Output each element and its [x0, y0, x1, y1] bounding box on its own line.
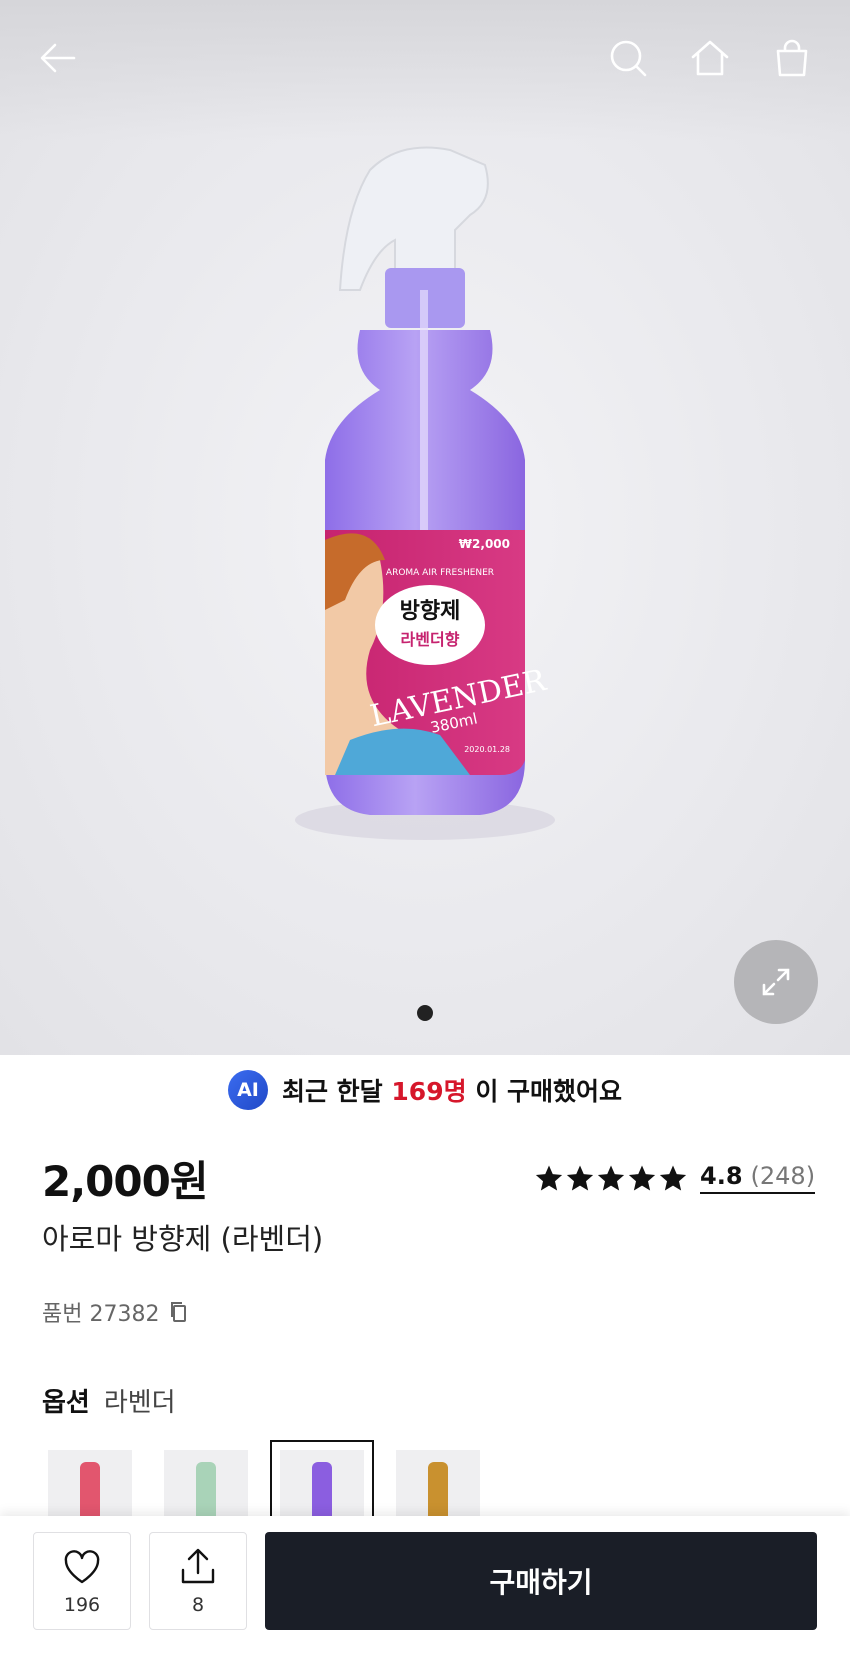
label-date-text: 2020.01.28 [464, 745, 510, 754]
copy-icon[interactable] [169, 1301, 189, 1323]
option-value: 라벤더 [103, 1388, 176, 1418]
gallery-page-indicator[interactable] [417, 1005, 433, 1021]
share-count: 8 [191, 1594, 205, 1616]
ai-badge: AI [227, 1070, 268, 1110]
label-brand-text: AROMA AIR FRESHENER [386, 568, 494, 578]
search-button[interactable] [600, 30, 656, 86]
label-price-text: ₩2,000 [459, 537, 510, 551]
like-button[interactable]: 196 [33, 1532, 131, 1630]
label-subtitle-text: 라벤더향 [401, 630, 460, 649]
option-thumb-amber[interactable] [396, 1450, 480, 1526]
purchase-stat-suffix: 이 구매했어요 [475, 1077, 623, 1106]
shopping-bag-icon [776, 39, 808, 77]
option-thumbnails [48, 1440, 480, 1536]
rating-summary[interactable]: 4.8 (248) [534, 1162, 816, 1194]
home-icon [691, 40, 729, 76]
share-button[interactable]: 8 [149, 1532, 247, 1630]
option-selector: 옵션 라벤더 [42, 1382, 176, 1419]
product-page: 방향제 라벤더향 AROMA AIR FRESHENER ₩2,000 LAVE… [0, 0, 850, 1666]
like-count: 196 [63, 1594, 101, 1616]
expand-icon [762, 968, 790, 996]
purchase-stat-prefix: 최근 한달 [281, 1077, 383, 1106]
option-thumb-lavender[interactable] [270, 1440, 374, 1536]
review-count: (248) [750, 1162, 816, 1190]
star-icon [659, 1165, 687, 1191]
label-title-text: 방향제 [400, 599, 461, 624]
share-icon [181, 1548, 215, 1584]
expand-gallery-button[interactable] [734, 940, 818, 1024]
option-label: 옵션 [42, 1388, 90, 1418]
recent-purchase-banner: AI 최근 한달 169명 이 구매했어요 [0, 1070, 850, 1110]
product-gallery[interactable]: 방향제 라벤더향 AROMA AIR FRESHENER ₩2,000 LAVE… [0, 0, 850, 1055]
product-sku: 품번 27382 [42, 1296, 189, 1328]
bottom-action-bar: 196 8 구매하기 [0, 1516, 850, 1666]
purchase-stat-text: 최근 한달 169명 이 구매했어요 [282, 1072, 622, 1108]
product-price: 2,000원 [42, 1157, 208, 1206]
heart-icon [64, 1550, 100, 1584]
buy-button[interactable]: 구매하기 [265, 1532, 817, 1630]
top-navigation-bar [0, 0, 850, 120]
search-icon [610, 40, 647, 77]
rating-value: 4.8 [700, 1162, 743, 1190]
purchase-stat-count: 169명 [391, 1077, 467, 1106]
arrow-left-icon [40, 43, 76, 73]
review-link[interactable]: 4.8 (248) [700, 1162, 816, 1194]
star-icon [566, 1165, 594, 1191]
option-thumb-green[interactable] [164, 1450, 248, 1526]
back-button[interactable] [30, 30, 86, 86]
product-title: 아로마 방향제 (라벤더) [42, 1222, 324, 1256]
sku-text: 품번 27382 [42, 1302, 160, 1327]
star-icon [535, 1165, 563, 1191]
cart-button[interactable] [764, 30, 820, 86]
star-icon [597, 1165, 625, 1191]
option-thumb-rose[interactable] [48, 1450, 132, 1526]
home-button[interactable] [682, 30, 738, 86]
product-image: 방향제 라벤더향 AROMA AIR FRESHENER ₩2,000 LAVE… [295, 146, 555, 840]
star-rating [534, 1163, 688, 1193]
star-icon [628, 1165, 656, 1191]
